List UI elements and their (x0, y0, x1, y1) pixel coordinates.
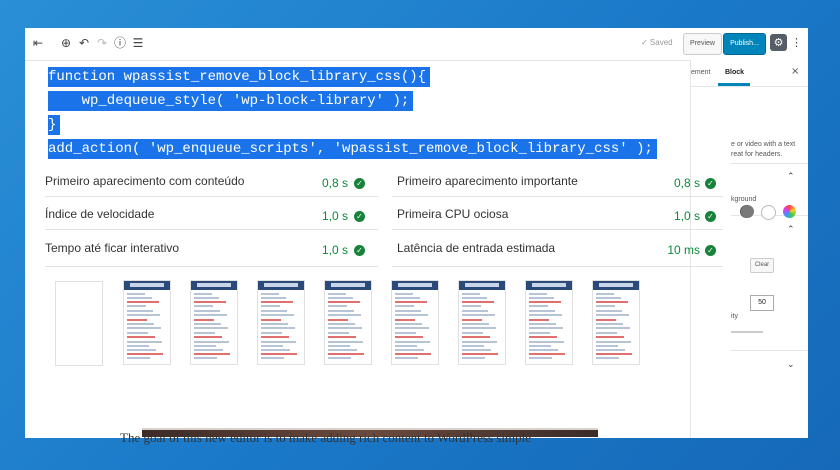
sidebar-toggle-icon[interactable]: ⇤ (31, 36, 45, 50)
close-icon[interactable]: × (791, 66, 799, 77)
opacity-input[interactable]: 50 (750, 295, 774, 311)
filmstrip-frame (190, 280, 238, 365)
check-icon: ✓ (354, 211, 365, 222)
filmstrip-frame (592, 280, 640, 365)
filmstrip-frame (458, 280, 506, 365)
filmstrip-frame (525, 280, 573, 365)
check-icon: ✓ (354, 245, 365, 256)
code-line: } (48, 115, 61, 135)
metric-label: Primeiro aparecimento com conteúdo (45, 174, 245, 188)
gear-icon[interactable]: ⚙ (770, 34, 787, 51)
metric-label: Primeira CPU ociosa (397, 207, 509, 221)
outline-icon[interactable]: ☰ (131, 36, 145, 50)
filmstrip-frame (55, 281, 103, 366)
editor-window: ⇤ ⊕ ↶ ↷ ⓘ ☰ ✓ Saved Preview Publish... ⚙… (25, 28, 808, 438)
check-icon: ✓ (705, 211, 716, 222)
chevron-down-icon[interactable]: ⌄ (787, 360, 795, 370)
tab-document[interactable]: ement (691, 69, 710, 76)
color-swatch[interactable] (741, 205, 754, 218)
code-line: wp_dequeue_style( 'wp-block-library' ); (48, 91, 414, 111)
saved-status: ✓ Saved (641, 38, 673, 47)
metric-value: 1,0 s (673, 209, 700, 223)
undo-icon[interactable]: ↶ (77, 36, 91, 50)
metric-value: 0,8 s (673, 176, 700, 190)
metric-divider (45, 196, 378, 197)
preview-button[interactable]: Preview (683, 33, 722, 55)
metric-value: 10 ms (667, 243, 700, 257)
paragraph-block[interactable]: The goal of this new editor is to make a… (120, 430, 531, 446)
add-block-icon[interactable]: ⊕ (59, 36, 73, 50)
block-description: e or video with a text reat for headers. (731, 141, 796, 158)
code-line: function wpassist_remove_block_library_c… (48, 67, 431, 87)
metric-value: 0,8 s (321, 176, 348, 190)
metric-value: 1,0 s (321, 209, 348, 223)
background-label: kground (731, 196, 757, 203)
custom-color-icon[interactable] (783, 205, 796, 218)
divider (731, 350, 808, 351)
check-icon: ✓ (705, 245, 716, 256)
opacity-label: ity (731, 313, 738, 320)
metric-label: Primeiro aparecimento importante (397, 174, 578, 188)
metric-divider (45, 266, 378, 267)
clear-button[interactable]: Clear (750, 258, 774, 273)
filmstrip-frame (324, 280, 372, 365)
metric-label: Latência de entrada estimada (397, 241, 556, 255)
check-icon: ✓ (354, 178, 365, 189)
metric-divider (392, 196, 723, 197)
sidebar-tabs: ement Block × (691, 60, 808, 87)
more-vertical-icon[interactable]: ⋮ (791, 34, 802, 51)
metric-divider (392, 266, 723, 267)
color-swatch[interactable] (761, 205, 776, 220)
publish-button[interactable]: Publish... (723, 33, 766, 55)
code-line: add_action( 'wp_enqueue_scripts', 'wpass… (48, 139, 657, 159)
metric-label: Índice de velocidade (45, 207, 155, 221)
editor-toolbar: ⇤ ⊕ ↶ ↷ ⓘ ☰ ✓ Saved Preview Publish... ⚙… (25, 28, 808, 61)
check-icon: ✓ (705, 178, 716, 189)
filmstrip-frame (391, 280, 439, 365)
metric-divider (392, 229, 723, 230)
metric-divider (45, 229, 378, 230)
metric-value: 1,0 s (321, 243, 348, 257)
info-icon[interactable]: ⓘ (113, 36, 127, 50)
divider (731, 163, 808, 164)
tab-block[interactable]: Block (725, 69, 744, 76)
opacity-slider[interactable] (731, 331, 763, 333)
metric-label: Tempo até ficar interativo (45, 241, 180, 255)
redo-icon[interactable]: ↷ (95, 36, 109, 50)
chevron-up-icon[interactable]: ⌃ (787, 172, 795, 182)
chevron-up-icon[interactable]: ⌃ (787, 225, 795, 235)
active-tab-indicator (718, 83, 750, 86)
filmstrip-frame (123, 280, 171, 365)
filmstrip-frame (257, 280, 305, 365)
